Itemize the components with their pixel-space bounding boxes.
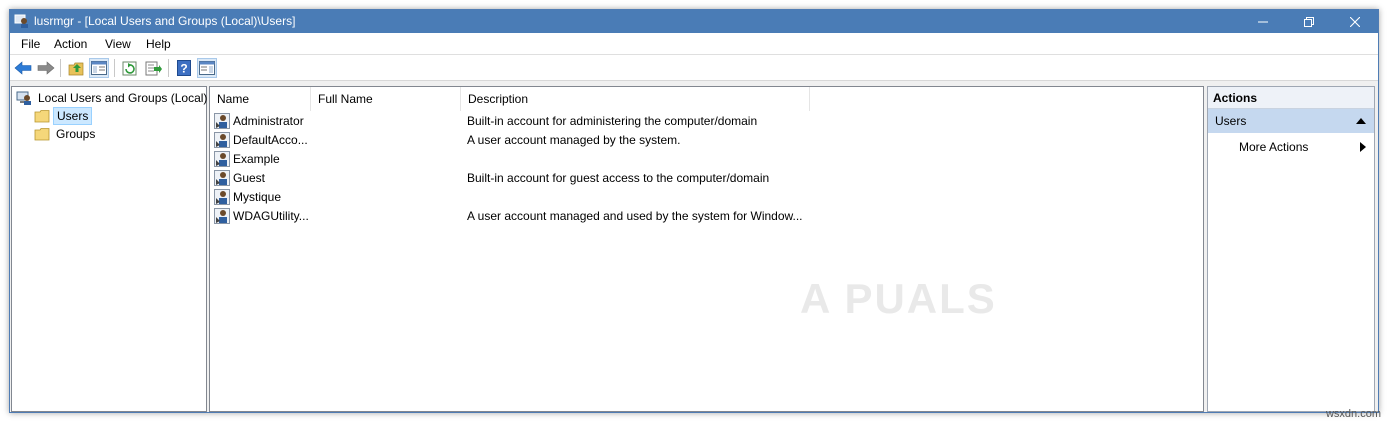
user-name-cell: Mystique (233, 190, 282, 204)
show-hide-action-pane-button[interactable] (197, 58, 217, 78)
table-row[interactable]: Guest Built-in account for guest access t… (210, 169, 810, 188)
forward-arrow-icon (37, 61, 55, 75)
tree-item-users[interactable]: Users (34, 107, 93, 125)
source-credit: wsxdn.com (1325, 408, 1381, 420)
toolbar: ? (10, 55, 1378, 81)
console-tree-pane[interactable]: Local Users and Groups (Local) Users Gro… (11, 86, 207, 412)
forward-button[interactable] (36, 58, 56, 78)
list-header: Name Full Name Description (210, 87, 1203, 111)
tree-groups-label: Groups (56, 127, 96, 141)
show-hide-tree-icon (91, 61, 107, 75)
folder-icon (34, 126, 50, 142)
title-bar[interactable]: lusrmgr - [Local Users and Groups (Local… (10, 10, 1378, 33)
minimize-icon (1258, 21, 1268, 22)
menu-help[interactable]: Help (142, 36, 175, 52)
restore-icon (1304, 16, 1314, 27)
close-icon (1350, 16, 1360, 27)
up-one-level-button[interactable] (66, 58, 86, 78)
user-name-cell: WDAGUtility... (233, 209, 309, 223)
svg-text:?: ? (180, 62, 187, 76)
export-list-button[interactable] (143, 58, 163, 78)
tree-item-groups[interactable]: Groups (34, 125, 98, 143)
table-row[interactable]: Administrator Built-in account for admini… (210, 112, 810, 131)
mmc-window: lusrmgr - [Local Users and Groups (Local… (9, 9, 1379, 413)
user-name-cell: Example (233, 152, 280, 166)
collapse-triangle-icon[interactable] (1356, 118, 1366, 124)
actions-section-label: Users (1215, 114, 1247, 128)
menu-file[interactable]: File (17, 36, 44, 52)
show-hide-action-pane-icon (199, 61, 215, 75)
toolbar-separator (60, 59, 61, 77)
window-title: lusrmgr - [Local Users and Groups (Local… (34, 14, 296, 28)
user-account-icon (214, 189, 230, 205)
column-header-name[interactable]: Name (210, 87, 311, 111)
tree-item-root[interactable]: Local Users and Groups (Local) (16, 89, 210, 107)
user-description-cell: Built-in account for guest access to the… (467, 171, 770, 185)
table-row[interactable]: Example (210, 150, 810, 169)
more-actions-item[interactable]: More Actions (1239, 139, 1308, 155)
tree-root-label: Local Users and Groups (Local) (38, 91, 208, 105)
menu-action[interactable]: Action (50, 36, 91, 52)
back-button[interactable] (13, 58, 33, 78)
user-description-cell: Built-in account for administering the c… (467, 114, 758, 128)
submenu-arrow-icon (1360, 142, 1366, 152)
tree-users-label: Users (53, 107, 93, 125)
user-name-cell: DefaultAcco... (233, 133, 308, 147)
actions-header: Actions (1208, 87, 1374, 109)
export-list-icon (145, 61, 162, 75)
actions-section-users[interactable]: Users (1208, 109, 1374, 133)
user-description-cell: A user account managed and used by the s… (467, 209, 803, 223)
user-account-icon (214, 113, 230, 129)
user-account-icon (214, 151, 230, 167)
user-description-cell: A user account managed by the system. (467, 133, 681, 147)
close-button[interactable] (1332, 10, 1378, 33)
help-button[interactable]: ? (174, 58, 194, 78)
help-icon: ? (177, 60, 191, 76)
menu-bar: File Action View Help (10, 33, 1378, 55)
minimize-button[interactable] (1240, 10, 1286, 33)
user-account-icon (214, 208, 230, 224)
users-list-pane[interactable]: Name Full Name Description Administrator… (209, 86, 1204, 412)
watermark: A PUALS (800, 275, 997, 322)
back-arrow-icon (14, 61, 32, 75)
users-app-icon (14, 14, 30, 29)
refresh-icon (122, 61, 137, 75)
table-row[interactable]: Mystique (210, 188, 810, 207)
toolbar-separator (168, 59, 169, 77)
user-account-icon (214, 170, 230, 186)
restore-button[interactable] (1286, 10, 1332, 33)
show-hide-console-tree-button[interactable] (89, 58, 109, 78)
menu-view[interactable]: View (101, 36, 135, 52)
toolbar-separator (114, 59, 115, 77)
table-row[interactable]: DefaultAcco... A user account managed by … (210, 131, 810, 150)
refresh-button[interactable] (120, 58, 140, 78)
folder-icon (34, 108, 50, 124)
table-row[interactable]: WDAGUtility... A user account managed and… (210, 207, 810, 226)
user-name-cell: Guest (233, 171, 266, 185)
user-name-cell: Administrator (233, 114, 304, 128)
actions-pane: Actions Users More Actions (1207, 86, 1375, 412)
local-users-groups-icon (16, 90, 32, 106)
up-folder-icon (68, 62, 83, 75)
column-header-description[interactable]: Description (461, 87, 810, 111)
user-account-icon (214, 132, 230, 148)
column-header-full-name[interactable]: Full Name (311, 87, 461, 111)
